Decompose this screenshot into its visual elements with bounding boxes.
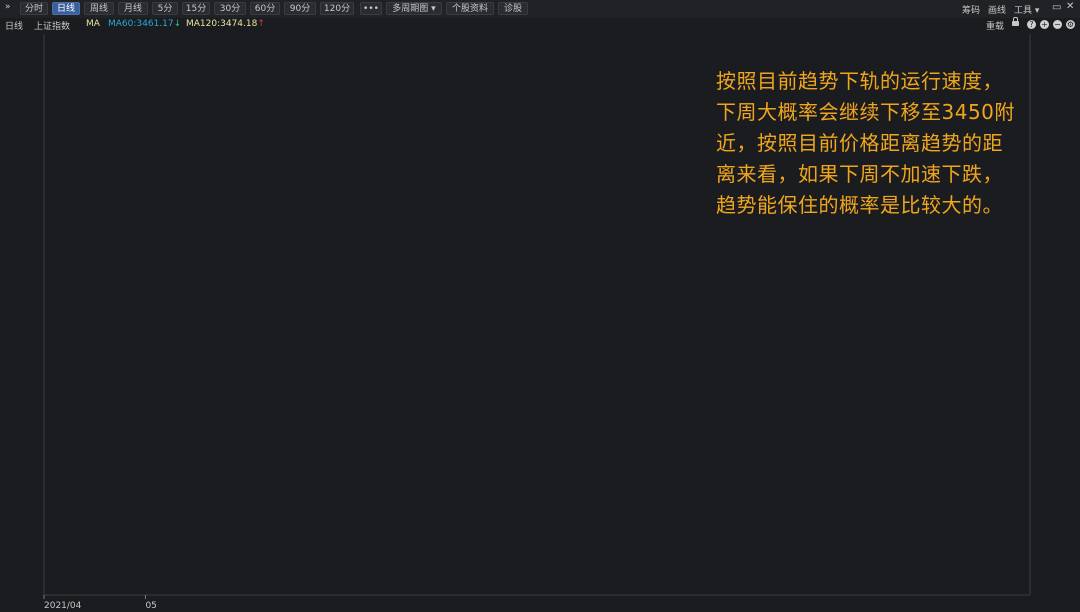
multi-period-label: 多周期图 [392,4,429,14]
period-tab-30min[interactable]: 30分 [214,2,246,15]
period-tab-weekly[interactable]: 周线 [84,2,114,15]
period-label: 日线 [5,22,24,32]
ma-label[interactable]: MA [86,19,100,29]
stock-info-button[interactable]: 个股资料 [446,2,494,15]
close-icon[interactable]: ✕ [1066,1,1074,12]
period-tab-120min[interactable]: 120分 [320,2,354,15]
period-tab-15min[interactable]: 15分 [182,2,210,15]
period-tab-5min[interactable]: 5分 [152,2,178,15]
index-name[interactable]: 上证指数 [34,19,70,32]
period-tab-60min[interactable]: 60分 [250,2,280,15]
tools-dropdown[interactable]: 工具 ▾ [1014,3,1039,16]
chip-tool-button[interactable]: 筹码 [962,3,980,16]
zoom-out-icon[interactable]: − [1053,20,1062,29]
more-button[interactable]: ••• [360,2,382,15]
zoom-in-icon[interactable]: + [1040,20,1049,29]
info-bar: 日线 上证指数 MA MA60:3461.17↓ MA120:3474.18↑ … [0,18,1080,32]
ma60-text: MA60:3461.17 [108,19,174,29]
draw-line-button[interactable]: 画线 [988,3,1006,16]
up-arrow-icon: ↑ [257,19,265,29]
period-tab-fenshi[interactable]: 分时 [20,2,48,15]
x-tick-label: 05 [145,601,156,611]
x-tick-label: 2021/04 [44,601,82,611]
down-arrow-icon: ↓ [173,19,182,29]
annotation-text: 按照目前趋势下轨的运行速度，下周大概率会继续下移至3450附近，按照目前价格距离… [716,69,1015,217]
period-tab-90min[interactable]: 90分 [284,2,316,15]
lock-icon[interactable] [1012,17,1019,26]
ma60-value: MA60:3461.17↓ [108,19,181,29]
reload-button[interactable]: 重载 [986,19,1004,32]
period-tab-monthly[interactable]: 月线 [118,2,148,15]
ma120-text: MA120:3474.18 [186,19,258,29]
ma120-value: MA120:3474.18↑ [186,19,265,29]
help-icon[interactable]: ? [1027,20,1036,29]
period-tab-daily[interactable]: 日线 [52,2,80,15]
tools-label: 工具 [1014,6,1033,16]
diagnose-button[interactable]: 诊股 [498,2,528,15]
multi-period-dropdown[interactable]: 多周期图 ▾ [386,2,442,15]
settings-icon[interactable]: ⚙ [1066,20,1075,29]
x-axis: 2021/04 05 [43,595,157,611]
window-layout-icon[interactable]: ▭ [1052,2,1061,13]
toolbar: » 分时 日线 周线 月线 5分 15分 30分 60分 90分 120分 ••… [0,0,1080,19]
collapse-icon[interactable]: » [5,2,11,12]
